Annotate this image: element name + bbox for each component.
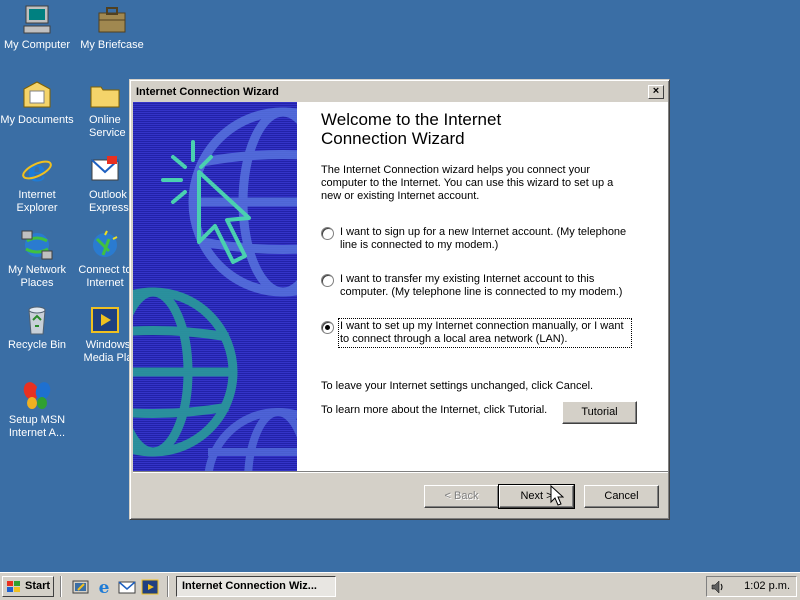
network-places-icon xyxy=(21,229,53,261)
option-label: I want to sign up for a new Internet acc… xyxy=(340,226,627,251)
desktop-icon-label: My Documents xyxy=(0,114,74,126)
close-button[interactable]: × xyxy=(648,85,664,99)
media-player-icon xyxy=(89,304,121,336)
cancel-button-label: Cancel xyxy=(604,490,639,502)
welcome-heading-line1: Welcome to the Internet xyxy=(321,110,502,129)
separator xyxy=(133,471,668,473)
clock[interactable]: 1:02 p.m. xyxy=(744,580,790,592)
back-button-label: < Back xyxy=(444,490,479,502)
desktop-icon-internet-explorer[interactable]: e Internet Explorer xyxy=(0,154,74,215)
option-label: I want to set up my Internet connection … xyxy=(338,318,632,348)
taskbar-button-internet-connection-wizard[interactable]: Internet Connection Wiz... xyxy=(176,576,336,597)
outlook-express-icon xyxy=(89,154,121,186)
internet-explorer-icon: e xyxy=(21,154,53,189)
leave-text: To leave your Internet settings unchange… xyxy=(321,380,594,392)
desktop-icon-online-service[interactable]: Online Service xyxy=(75,79,135,140)
desktop-icon-label: Connect to Internet xyxy=(78,264,132,289)
desktop-icon-outlook-express[interactable]: Outlook Express xyxy=(75,154,135,215)
svg-text:e: e xyxy=(99,578,110,596)
desktop-icon-label: Recycle Bin xyxy=(7,339,67,351)
start-label: Start xyxy=(25,580,51,592)
intro-text: The Internet Connection wizard helps you… xyxy=(321,164,614,202)
tutorial-button[interactable]: Tutorial xyxy=(562,401,637,424)
show-desktop-icon[interactable] xyxy=(72,578,90,596)
msn-butterfly-icon xyxy=(21,379,53,411)
recycle-bin-icon xyxy=(21,304,53,336)
desktop-icon-my-documents[interactable]: My Documents xyxy=(0,79,74,127)
back-button[interactable]: < Back xyxy=(424,485,499,508)
start-button[interactable]: Start xyxy=(2,576,54,597)
tutorial-button-label: Tutorial xyxy=(581,406,618,418)
wizard-content: Welcome to the Internet Connection Wizar… xyxy=(133,102,668,471)
internet-explorer-icon[interactable]: e xyxy=(95,578,113,596)
computer-icon xyxy=(21,4,53,36)
option-manual-lan[interactable]: I want to set up my Internet connection … xyxy=(321,318,632,348)
desktop-icon-connect-internet[interactable]: Connect to Internet xyxy=(75,229,135,290)
desktop-icon-label: My Computer xyxy=(3,39,71,51)
desktop-icon-label: Outlook Express xyxy=(89,189,129,214)
globe-pointer-illustration xyxy=(133,102,297,471)
next-button-label: Next > xyxy=(520,490,553,502)
media-player-icon[interactable] xyxy=(141,578,159,596)
desktop-icon-label: Setup MSN Internet A... xyxy=(8,414,66,439)
windows-logo-icon xyxy=(7,580,20,592)
option-transfer-account[interactable]: I want to transfer my existing Internet … xyxy=(321,273,640,299)
desktop-icon-setup-msn[interactable]: Setup MSN Internet A... xyxy=(0,379,74,440)
window-title: Internet Connection Wizard xyxy=(136,86,279,98)
volume-icon[interactable] xyxy=(710,579,726,595)
desktop-icon-label: Online Service xyxy=(89,114,126,139)
learn-text: To learn more about the Internet, click … xyxy=(321,404,548,416)
cancel-button[interactable]: Cancel xyxy=(584,485,659,508)
connect-internet-icon xyxy=(89,229,121,261)
desktop-icon-label: Internet Explorer xyxy=(16,189,58,214)
option-new-account[interactable]: I want to sign up for a new Internet acc… xyxy=(321,226,640,252)
desktop-icon-media-player[interactable]: Windows Media Pla xyxy=(75,304,135,365)
title-bar[interactable]: Internet Connection Wizard × xyxy=(133,83,666,101)
desktop-icon-network-places[interactable]: My Network Places xyxy=(0,229,74,290)
documents-folder-icon xyxy=(21,79,53,111)
mouse-cursor-icon xyxy=(550,485,564,506)
briefcase-icon xyxy=(96,4,128,36)
close-icon: × xyxy=(652,85,660,97)
wizard-main-pane: Welcome to the Internet Connection Wizar… xyxy=(321,110,651,424)
wizard-side-banner xyxy=(133,102,297,471)
taskbar-divider xyxy=(167,576,169,597)
internet-connection-wizard-window: Internet Connection Wizard × Welcome to … xyxy=(129,79,670,520)
welcome-heading-line2: Connection Wizard xyxy=(321,129,465,148)
desktop-icon-label: Windows Media Pla xyxy=(83,339,133,364)
svg-text:e: e xyxy=(27,154,46,186)
system-tray: 1:02 p.m. xyxy=(706,576,797,597)
welcome-heading: Welcome to the Internet Connection Wizar… xyxy=(321,110,651,148)
option-label: I want to transfer my existing Internet … xyxy=(340,273,623,298)
radio-new-account[interactable] xyxy=(321,227,334,240)
radio-manual-lan[interactable] xyxy=(321,321,334,334)
desktop-icon-my-briefcase[interactable]: My Briefcase xyxy=(75,4,149,52)
desktop-icon-recycle-bin[interactable]: Recycle Bin xyxy=(0,304,74,352)
outlook-express-icon[interactable] xyxy=(118,578,136,596)
folder-icon xyxy=(89,79,121,111)
desktop-icon-label: My Network Places xyxy=(7,264,67,289)
desktop-icon-my-computer[interactable]: My Computer xyxy=(0,4,74,52)
desktop-icon-label: My Briefcase xyxy=(80,39,144,51)
taskbar-button-label: Internet Connection Wiz... xyxy=(182,580,317,592)
taskbar: Start e Internet Connection Wiz... 1:02 … xyxy=(0,572,800,600)
taskbar-divider xyxy=(60,576,62,597)
radio-transfer-account[interactable] xyxy=(321,274,334,287)
